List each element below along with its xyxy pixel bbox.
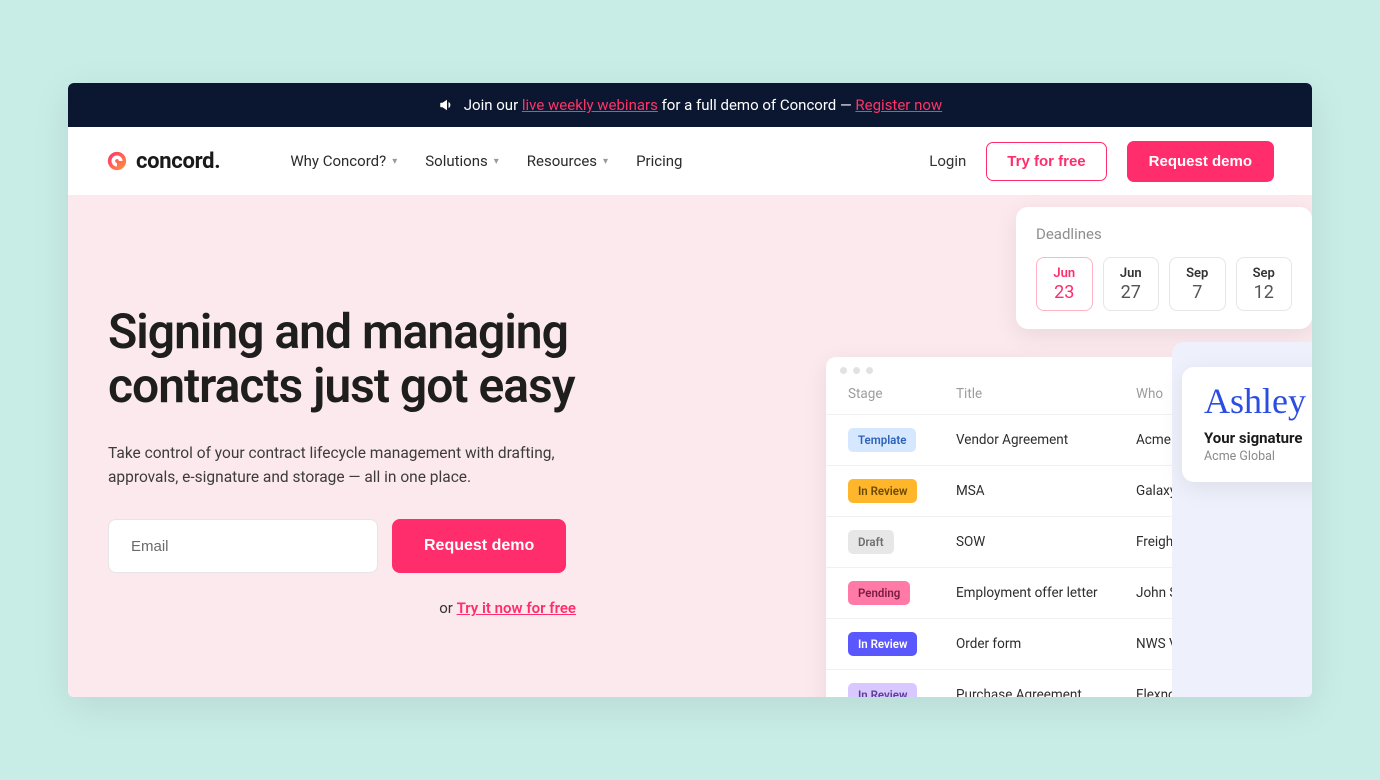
nav-item-label: Why Concord? bbox=[290, 152, 386, 170]
page-viewport: Join our live weekly webinars for a full… bbox=[68, 83, 1312, 697]
status-badge: Draft bbox=[848, 530, 894, 554]
nav-item-label: Pricing bbox=[636, 152, 682, 170]
hero-demo-button[interactable]: Request demo bbox=[392, 519, 566, 573]
hero-section: Signing and managing contracts just got … bbox=[68, 195, 1312, 697]
deadline-month: Jun bbox=[1120, 266, 1142, 281]
status-badge: In Review bbox=[848, 683, 917, 697]
deadline-month: Jun bbox=[1053, 266, 1075, 281]
banner-text: Join our live weekly webinars for a full… bbox=[464, 96, 942, 114]
nav-item-label: Solutions bbox=[425, 152, 488, 170]
row-title: MSA bbox=[956, 483, 1136, 499]
col-title: Title bbox=[956, 386, 1136, 402]
deadline-chip[interactable]: Sep12 bbox=[1236, 257, 1293, 311]
nav-item[interactable]: Pricing bbox=[636, 152, 682, 170]
status-badge: In Review bbox=[848, 479, 917, 503]
main-nav: Why Concord? ▾ Solutions ▾ Resources ▾ Pricing bbox=[290, 152, 682, 170]
row-title: Employment offer letter bbox=[956, 585, 1136, 601]
login-link[interactable]: Login bbox=[929, 152, 966, 170]
row-title: SOW bbox=[956, 534, 1136, 550]
hero-subtitle: Take control of your contract lifecycle … bbox=[108, 441, 568, 490]
deadline-day: 7 bbox=[1192, 282, 1202, 303]
chevron-down-icon: ▾ bbox=[392, 156, 397, 167]
deadline-chip[interactable]: Sep7 bbox=[1169, 257, 1226, 311]
status-badge: Template bbox=[848, 428, 916, 452]
try-free-button[interactable]: Try for free bbox=[986, 142, 1106, 181]
signature-company: Acme Global bbox=[1204, 449, 1312, 464]
deadline-day: 12 bbox=[1254, 282, 1274, 303]
logo-icon bbox=[106, 150, 128, 172]
nav-item[interactable]: Solutions ▾ bbox=[425, 152, 499, 170]
announcement-banner: Join our live weekly webinars for a full… bbox=[68, 83, 1312, 127]
deadlines-title: Deadlines bbox=[1036, 225, 1292, 243]
main-header: concord. Why Concord?▾Solutions▾Resource… bbox=[68, 127, 1312, 195]
try-free-line: or Try it now for free bbox=[108, 599, 576, 617]
signature-script: Ashley bbox=[1204, 383, 1312, 419]
signature-card: Ashley Your signature Acme Global bbox=[1182, 367, 1312, 482]
deadline-month: Sep bbox=[1186, 266, 1208, 281]
row-title: Vendor Agreement bbox=[956, 432, 1136, 448]
deadline-day: 27 bbox=[1121, 282, 1141, 303]
deadline-chip[interactable]: Jun27 bbox=[1103, 257, 1160, 311]
col-stage: Stage bbox=[848, 386, 956, 402]
chevron-down-icon: ▾ bbox=[494, 156, 499, 167]
webinars-link[interactable]: live weekly webinars bbox=[522, 96, 658, 114]
deadline-day: 23 bbox=[1054, 282, 1074, 303]
hero-title: Signing and managing contracts just got … bbox=[108, 305, 588, 413]
deadline-month: Sep bbox=[1253, 266, 1275, 281]
hero-preview-cluster: Deadlines Jun23Jun27Sep7Sep12 Stage Titl… bbox=[826, 207, 1312, 697]
deadlines-date-row: Jun23Jun27Sep7Sep12 bbox=[1036, 257, 1292, 311]
signature-label: Your signature bbox=[1204, 429, 1312, 447]
hero-copy: Signing and managing contracts just got … bbox=[108, 305, 588, 617]
row-title: Purchase Agreement bbox=[956, 687, 1136, 697]
status-badge: In Review bbox=[848, 632, 917, 656]
try-free-link[interactable]: Try it now for free bbox=[457, 599, 576, 617]
header-actions: Login Try for free Request demo bbox=[929, 141, 1274, 182]
row-title: Order form bbox=[956, 636, 1136, 652]
chevron-down-icon: ▾ bbox=[603, 156, 608, 167]
register-now-link[interactable]: Register now bbox=[855, 96, 942, 114]
request-demo-button[interactable]: Request demo bbox=[1127, 141, 1274, 182]
brand-name: concord. bbox=[136, 149, 220, 174]
megaphone-icon bbox=[438, 96, 456, 114]
deadlines-card: Deadlines Jun23Jun27Sep7Sep12 bbox=[1016, 207, 1312, 329]
hero-form: Request demo bbox=[108, 519, 588, 573]
nav-item-label: Resources bbox=[527, 152, 597, 170]
brand-logo[interactable]: concord. bbox=[106, 149, 220, 174]
deadline-chip[interactable]: Jun23 bbox=[1036, 257, 1093, 311]
status-badge: Pending bbox=[848, 581, 910, 605]
email-field[interactable] bbox=[108, 519, 378, 573]
nav-item[interactable]: Why Concord? ▾ bbox=[290, 152, 397, 170]
nav-item[interactable]: Resources ▾ bbox=[527, 152, 608, 170]
